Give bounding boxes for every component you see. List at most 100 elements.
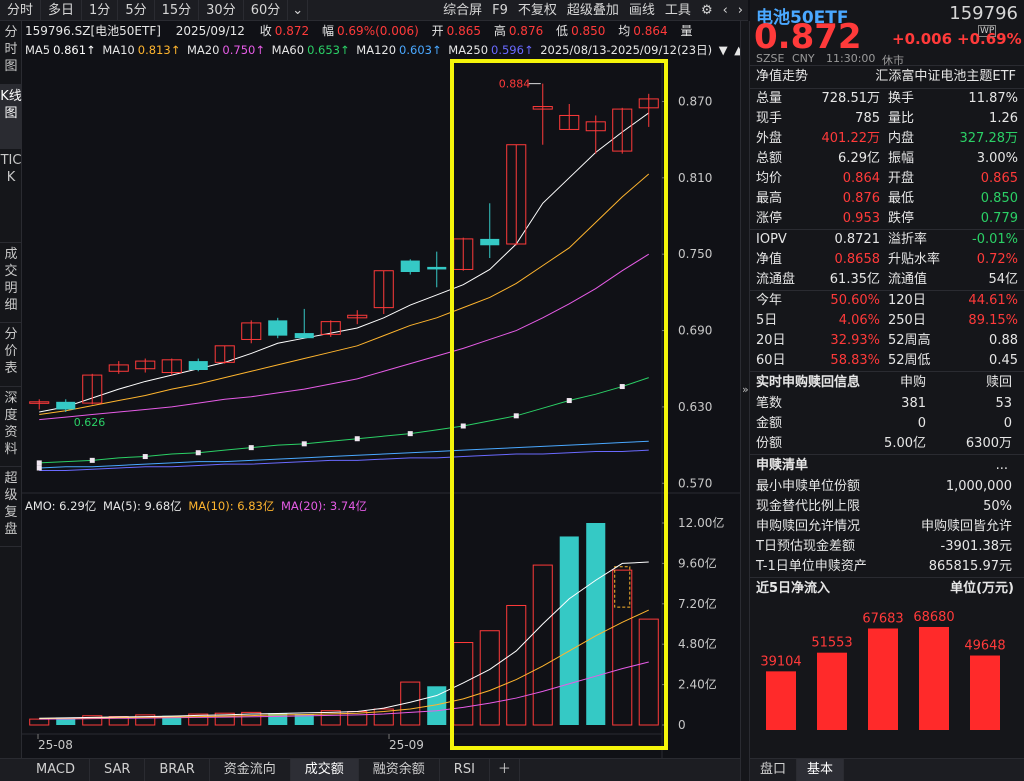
super-overlay-button[interactable]: 超级叠加	[562, 0, 624, 21]
more-icon[interactable]: ...	[996, 455, 1008, 477]
tab-margin[interactable]: 融资余额	[359, 759, 440, 781]
stats-cell: 327.28万	[960, 129, 1019, 149]
volume-forecast-bar	[615, 567, 630, 607]
volume-bar	[454, 643, 473, 725]
indicator-tabs: MACD SAR BRAR 资金流向 成交额 融资余额 RSI ＋	[22, 758, 740, 781]
nav-trend-row[interactable]: 净值走势 汇添富中证电池主题ETF	[750, 66, 1024, 88]
nav-cell: 54亿	[988, 270, 1018, 290]
tab-multiday[interactable]: 多日	[41, 0, 82, 21]
highlight-box	[452, 61, 666, 748]
tab-fund-flow[interactable]: 资金流向	[210, 759, 291, 781]
f9-button[interactable]: F9	[487, 0, 513, 21]
stats-cell: 总额	[756, 149, 782, 169]
price-change: +0.006	[892, 30, 952, 48]
ma60-line	[39, 378, 649, 463]
chevron-left-icon[interactable]: ‹	[718, 0, 733, 21]
tab-macd[interactable]: MACD	[22, 759, 90, 781]
market-label: SZSE	[756, 52, 784, 65]
tab-basic[interactable]: 基本	[797, 759, 844, 781]
nav-cell: 61.35亿	[830, 270, 880, 290]
stats-cell: 最低	[888, 189, 914, 209]
panel-divider[interactable]: »	[740, 21, 750, 781]
vtab-kline[interactable]: K线图	[0, 85, 22, 149]
ma60-marker	[567, 398, 572, 403]
subscription-cell: 53	[995, 394, 1012, 414]
net-inflow-bar	[868, 628, 898, 730]
y-tick-label: 0.570	[678, 476, 712, 490]
net-inflow-bar	[766, 671, 796, 730]
kline-chart[interactable]: 0.8700.8100.7500.6900.6300.57012.00亿9.60…	[22, 21, 740, 758]
tab-brar[interactable]: BRAR	[145, 759, 209, 781]
stats-cell: 内盘	[888, 129, 914, 149]
gear-icon[interactable]: ⚙	[696, 0, 718, 21]
nav-cell: 流通盘	[756, 270, 795, 290]
ma60-marker	[355, 436, 360, 441]
creation-list-cell: 最小申赎单位份额	[756, 477, 860, 497]
ma60-marker	[196, 450, 201, 455]
net-inflow-label: 67683	[862, 611, 903, 626]
tab-60min[interactable]: 60分	[244, 0, 289, 21]
stats-cell: 开盘	[888, 169, 914, 189]
double-chevron-right-icon[interactable]: »	[742, 383, 749, 396]
net-inflow-section: 近5日净流入 单位(万元) 3910451553676836868049648	[750, 577, 1024, 743]
tab-rsi[interactable]: RSI	[440, 759, 490, 781]
draw-line-button[interactable]: 画线	[624, 0, 660, 21]
tab-sar[interactable]: SAR	[90, 759, 145, 781]
stats-cell: 总量	[756, 89, 782, 109]
low-annotation: 0.626	[74, 416, 106, 429]
price-change-pct: +0.69%	[957, 30, 1022, 48]
period-toolbar: 分时 多日 1分 5分 15分 30分 60分 ⌄ 综合屏 F9 不复权 超级叠…	[0, 0, 748, 21]
tab-orderbook[interactable]: 盘口	[750, 759, 797, 781]
x-tick-label: 25-09	[389, 738, 424, 752]
ma250-line	[39, 450, 649, 470]
nav-cell: 溢折率	[888, 230, 927, 250]
ma60-marker	[37, 460, 42, 465]
tab-1min[interactable]: 1分	[82, 0, 118, 21]
subscription-col-buy: 申购	[900, 372, 926, 394]
stats-cell: 均价	[756, 169, 782, 189]
stats-cell: 401.22万	[822, 129, 881, 149]
perf-row: 今年50.60%120日44.61%	[750, 291, 1024, 311]
nav-cell: -0.01%	[972, 230, 1018, 250]
tab-5min[interactable]: 5分	[118, 0, 154, 21]
vtab-tick[interactable]: TICK	[0, 149, 22, 243]
fund-name: 汇添富中证电池主题ETF	[875, 66, 1016, 88]
composite-screen-button[interactable]: 综合屏	[438, 0, 487, 21]
creation-list-cell: T日预估现金差额	[756, 537, 855, 557]
candle-body	[480, 239, 499, 245]
vtab-price-table[interactable]: 分价表	[0, 323, 22, 387]
perf-row: 5日4.06%250日89.15%	[750, 311, 1024, 331]
stats-cell: 1.26	[989, 109, 1018, 129]
perf-cell: 52周低	[888, 351, 931, 371]
creation-list-title: 申赎清单	[756, 455, 808, 477]
tab-intraday[interactable]: 分时	[0, 0, 41, 21]
no-adjust-button[interactable]: 不复权	[513, 0, 562, 21]
stats-cell: 振幅	[888, 149, 914, 169]
perf-row: 60日58.83%52周低0.45	[750, 351, 1024, 371]
subscription-row: 金额00	[750, 414, 1024, 434]
subscription-cell: 笔数	[756, 394, 782, 414]
tab-30min[interactable]: 30分	[199, 0, 244, 21]
stats-cell: 0.864	[843, 169, 880, 189]
vtab-trades[interactable]: 成交明细	[0, 243, 22, 323]
tab-15min[interactable]: 15分	[155, 0, 200, 21]
vtab-intraday[interactable]: 分时图	[0, 21, 22, 85]
volume-tick-label: 12.00亿	[678, 515, 724, 530]
net-inflow-label: 68680	[913, 610, 954, 625]
subscription-section: 实时申购赎回信息 申购 赎回 笔数38153金额00份额5.00亿6300万	[750, 371, 1024, 454]
chevron-down-icon[interactable]: ⌄	[288, 0, 308, 21]
quote-panel: 电池50ETF 159796 WP 0.872 +0.006 +0.69% SZ…	[750, 0, 1024, 781]
candle-body	[189, 361, 208, 370]
volume-bar	[30, 719, 49, 725]
chevron-right-icon[interactable]: ›	[733, 0, 748, 21]
vtab-depth[interactable]: 深度资料	[0, 387, 22, 467]
tools-button[interactable]: 工具	[660, 0, 696, 21]
subscription-cell: 金额	[756, 414, 782, 434]
volume-bar	[480, 631, 499, 725]
tab-turnover[interactable]: 成交额	[291, 759, 359, 781]
vtab-replay[interactable]: 超级复盘	[0, 467, 22, 547]
add-indicator-button[interactable]: ＋	[490, 759, 520, 781]
creation-list-row: 申购赎回允许情况申购赎回皆允许	[750, 517, 1024, 537]
candle-body	[401, 261, 420, 272]
perf-cell: 120日	[888, 291, 926, 311]
